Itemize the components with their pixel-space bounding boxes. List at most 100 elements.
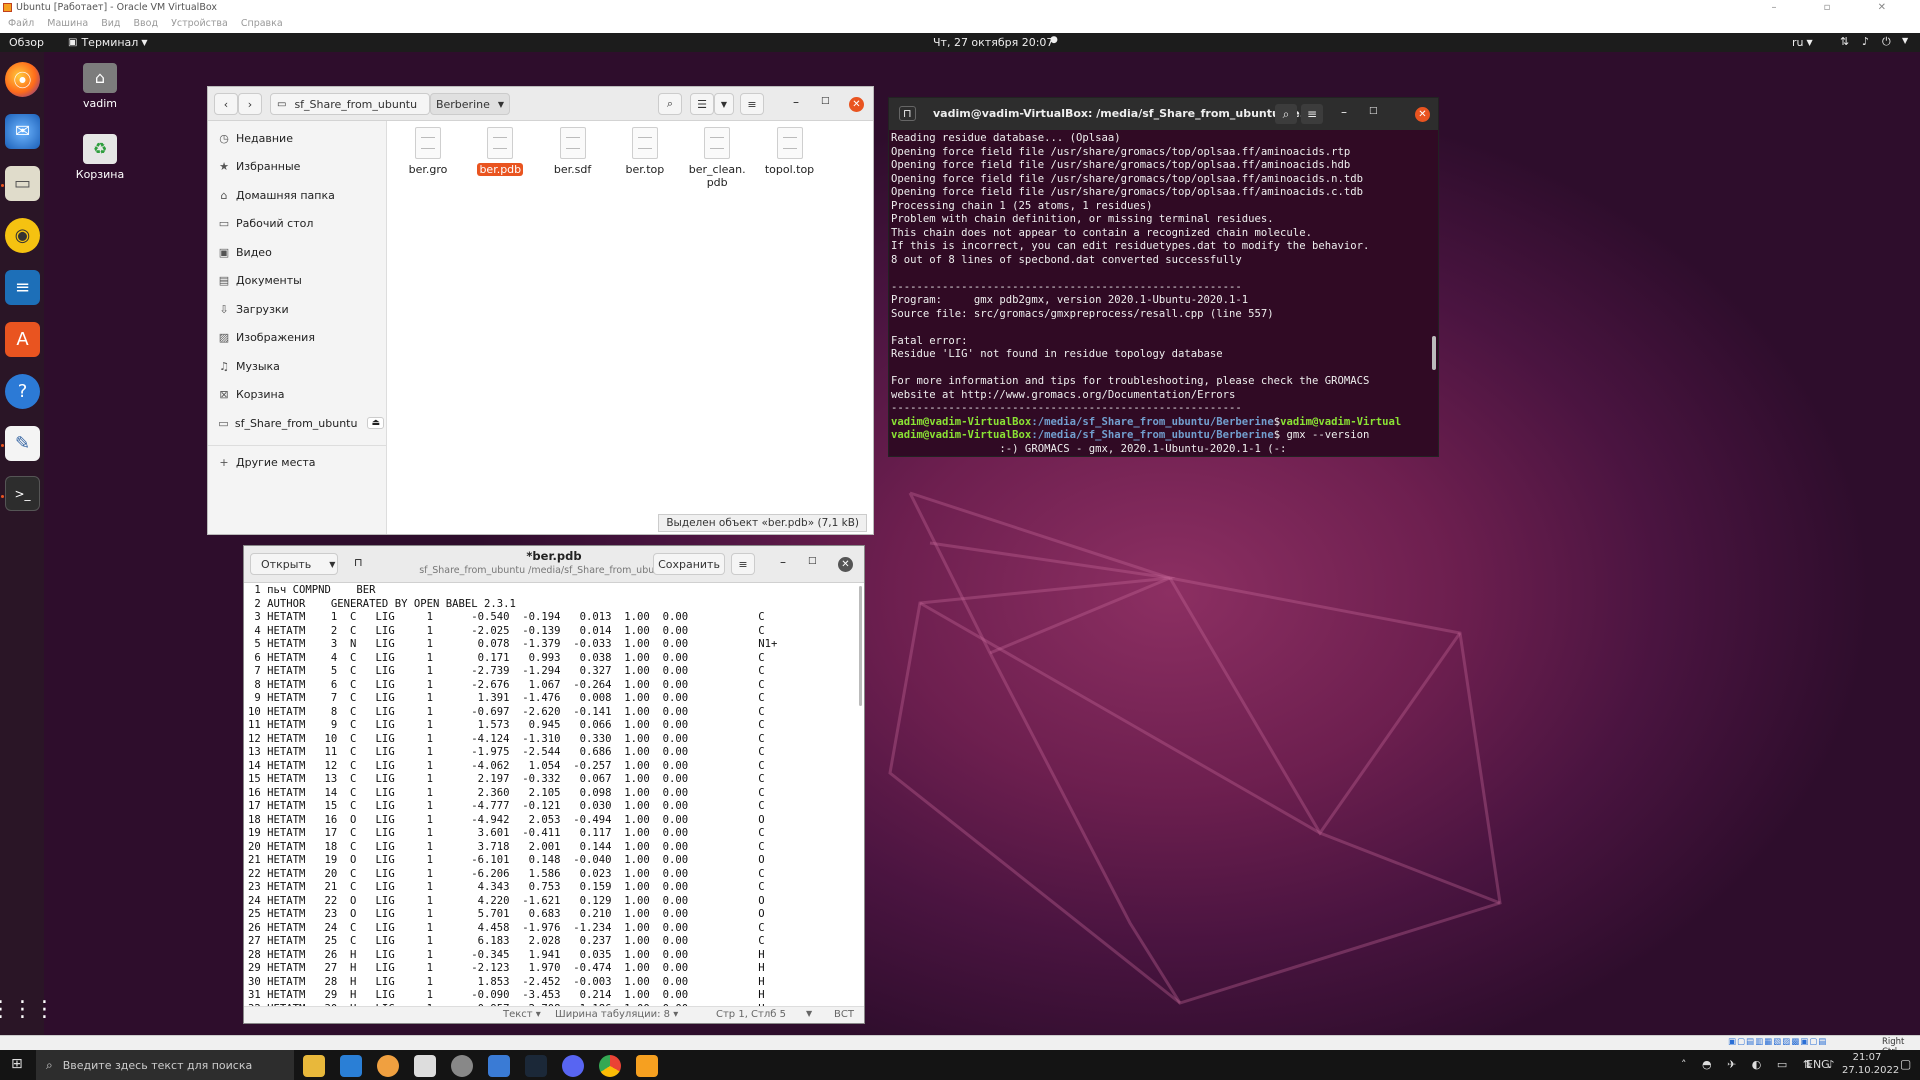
insert-mode[interactable]: ВСТ: [834, 1009, 854, 1020]
sidebar-separator: [208, 445, 386, 446]
sidebar-item[interactable]: ⇩ Загрузки: [216, 299, 384, 319]
editor-text-area[interactable]: 1 пьч COMPND BER 2 AUTHOR GENERATED BY O…: [244, 584, 864, 1006]
terminal-scrollbar[interactable]: [1432, 336, 1436, 370]
text-editor-window: Открыть ▼ ⊓ *ber.pdb sf_Share_from_ubunt…: [243, 545, 865, 1024]
tray-time[interactable]: 21:07: [1842, 1052, 1892, 1063]
menu-machine[interactable]: Машина: [47, 18, 88, 29]
editor-menu-button[interactable]: ≡: [731, 553, 755, 575]
maximize-icon[interactable]: □: [1369, 106, 1378, 116]
menu-file[interactable]: Файл: [8, 18, 34, 29]
firefox-icon[interactable]: ⦿: [5, 62, 40, 97]
forward-button[interactable]: ›: [238, 93, 262, 115]
terminal-window: ⊓ vadim@vadim-VirtualBox: /media/sf_Shar…: [888, 97, 1439, 457]
clock[interactable]: Чт, 27 октября 20:07: [933, 36, 1053, 49]
terminal-line: Problem with chain definition, or missin…: [891, 213, 1274, 225]
sidebar-item[interactable]: ◷ Недавние: [216, 128, 384, 148]
maximize-icon[interactable]: □: [808, 556, 817, 566]
file-item[interactable]: ber.gro: [396, 127, 460, 176]
terminal-output[interactable]: Reading residue database... (Oplsaa) Open…: [891, 132, 1436, 456]
menu-devices[interactable]: Устройства: [171, 18, 228, 29]
show-apps-icon[interactable]: ⋮⋮⋮: [0, 992, 56, 1027]
volume-icon[interactable]: ♪: [1862, 35, 1869, 48]
menu-input[interactable]: Ввод: [134, 18, 159, 29]
cursor-position[interactable]: Стр 1, Стлб 5: [716, 1009, 786, 1020]
terminal-line: Opening force field file /usr/share/grom…: [891, 145, 1351, 158]
save-button[interactable]: Сохранить: [653, 553, 725, 575]
discord-app-icon[interactable]: [562, 1055, 584, 1077]
hamburger-icon[interactable]: ≡: [1301, 104, 1323, 124]
language-menu[interactable]: ru ▼: [1792, 36, 1813, 49]
sidebar-item-label: Рабочий стол: [236, 217, 314, 230]
editor-scrollbar[interactable]: [859, 586, 862, 706]
notifications-icon[interactable]: ▢: [1900, 1057, 1911, 1071]
vbox-device-icons[interactable]: ▣▢▤▥▦▧▨▩▣▢▤: [1728, 1037, 1827, 1047]
editor-status-bar: Текст ▾ Ширина табуляции: 8 ▾ Стр 1, Стл…: [244, 1006, 864, 1023]
sidebar-item[interactable]: ▭ sf_Share_from_ubuntu ⏏: [216, 413, 384, 433]
language-label: ru: [1792, 36, 1804, 49]
minimize-icon[interactable]: –: [1341, 105, 1347, 119]
menu-view[interactable]: Вид: [101, 18, 120, 29]
back-button[interactable]: ‹: [214, 93, 238, 115]
editor-line: 21 HETATM 19 O LIG 1 -6.101 0.148 -0.040…: [248, 854, 765, 866]
close-icon[interactable]: ✕: [1415, 107, 1430, 122]
virtualbox-app-icon[interactable]: [636, 1055, 658, 1077]
language-selector[interactable]: Текст ▾: [503, 1009, 541, 1020]
virtualbox-window-controls[interactable]: – ▫ ✕: [1771, 0, 1908, 15]
app-icon[interactable]: [414, 1055, 436, 1077]
sidebar-item[interactable]: ♫ Музыка: [216, 356, 384, 376]
windows-search-box[interactable]: ⌕ Введите здесь текст для поиска: [36, 1050, 294, 1080]
app-menu[interactable]: ▣ Терминал ▼: [68, 36, 148, 49]
sidebar-item[interactable]: ▤ Документы: [216, 271, 384, 291]
app-icon[interactable]: [377, 1055, 399, 1077]
chevron-left-icon: ‹: [223, 97, 229, 111]
eject-icon[interactable]: ⏏: [367, 417, 384, 429]
sidebar-item[interactable]: ▣ Видео: [216, 242, 384, 262]
thunderbird-icon[interactable]: ✉: [5, 114, 40, 149]
file-name: ber_clean. pdb: [688, 163, 746, 189]
activities-button[interactable]: Обзор: [9, 36, 44, 49]
document-icon: [559, 127, 586, 159]
help-icon[interactable]: ?: [5, 374, 40, 409]
file-item[interactable]: topol.top: [758, 127, 822, 176]
writer-icon[interactable]: ≡: [5, 270, 40, 305]
tab-width-selector[interactable]: Ширина табуляции: 8 ▾: [555, 1009, 678, 1020]
desktop-icon-home[interactable]: ⌂ vadim: [64, 63, 136, 110]
tray-date[interactable]: 27.10.2022: [1842, 1065, 1899, 1076]
text-editor-icon[interactable]: ✎: [5, 426, 40, 461]
app-icon[interactable]: [488, 1055, 510, 1077]
tray-language[interactable]: ENG: [1806, 1058, 1830, 1071]
minimize-icon[interactable]: –: [780, 555, 786, 569]
file-item[interactable]: ber.sdf: [541, 127, 605, 176]
other-places[interactable]: + Другие места: [216, 452, 384, 472]
steam-app-icon[interactable]: [525, 1055, 547, 1077]
file-item[interactable]: ber_clean. pdb: [685, 127, 749, 189]
explorer-app-icon[interactable]: [303, 1055, 325, 1077]
power-icon[interactable]: ⏻: [1882, 35, 1891, 49]
mail-app-icon[interactable]: [340, 1055, 362, 1077]
terminal-icon[interactable]: >_: [5, 476, 40, 511]
files-icon[interactable]: ▭: [5, 166, 40, 201]
sidebar-item[interactable]: ▭ Рабочий стол: [216, 214, 384, 234]
document-icon: [704, 127, 731, 159]
sidebar-item[interactable]: ⌂ Домашняя папка: [216, 185, 384, 205]
network-icon[interactable]: ⇅: [1840, 35, 1849, 48]
menu-help[interactable]: Справка: [241, 18, 283, 29]
app-icon[interactable]: [451, 1055, 473, 1077]
file-item[interactable]: ber.top: [613, 127, 677, 176]
sidebar-item[interactable]: ⊠ Корзина: [216, 385, 384, 405]
desktop-icon-trash[interactable]: ♻ Корзина: [64, 134, 136, 181]
editor-line: 26 HETATM 24 C LIG 1 4.458 -1.976 -1.234…: [248, 921, 765, 934]
new-tab-icon[interactable]: ⊓: [899, 106, 916, 121]
rhythmbox-icon[interactable]: ◉: [5, 218, 40, 253]
search-icon[interactable]: ⌕: [1275, 104, 1297, 124]
sidebar-item[interactable]: ★ Избранные: [216, 157, 384, 177]
sidebar-item[interactable]: ▨ Изображения: [216, 328, 384, 348]
editor-line: 12 HETATM 10 C LIG 1 -4.124 -1.310 0.330…: [248, 732, 765, 745]
chrome-app-icon[interactable]: [599, 1055, 621, 1077]
file-item[interactable]: ber.pdb: [468, 127, 532, 176]
close-icon[interactable]: ✕: [838, 557, 853, 572]
file-name: ber.top: [625, 163, 665, 176]
chevron-down-icon[interactable]: ▼: [1902, 36, 1908, 45]
software-icon[interactable]: A: [5, 322, 40, 357]
windows-start-icon[interactable]: ⊞: [11, 1056, 23, 1072]
